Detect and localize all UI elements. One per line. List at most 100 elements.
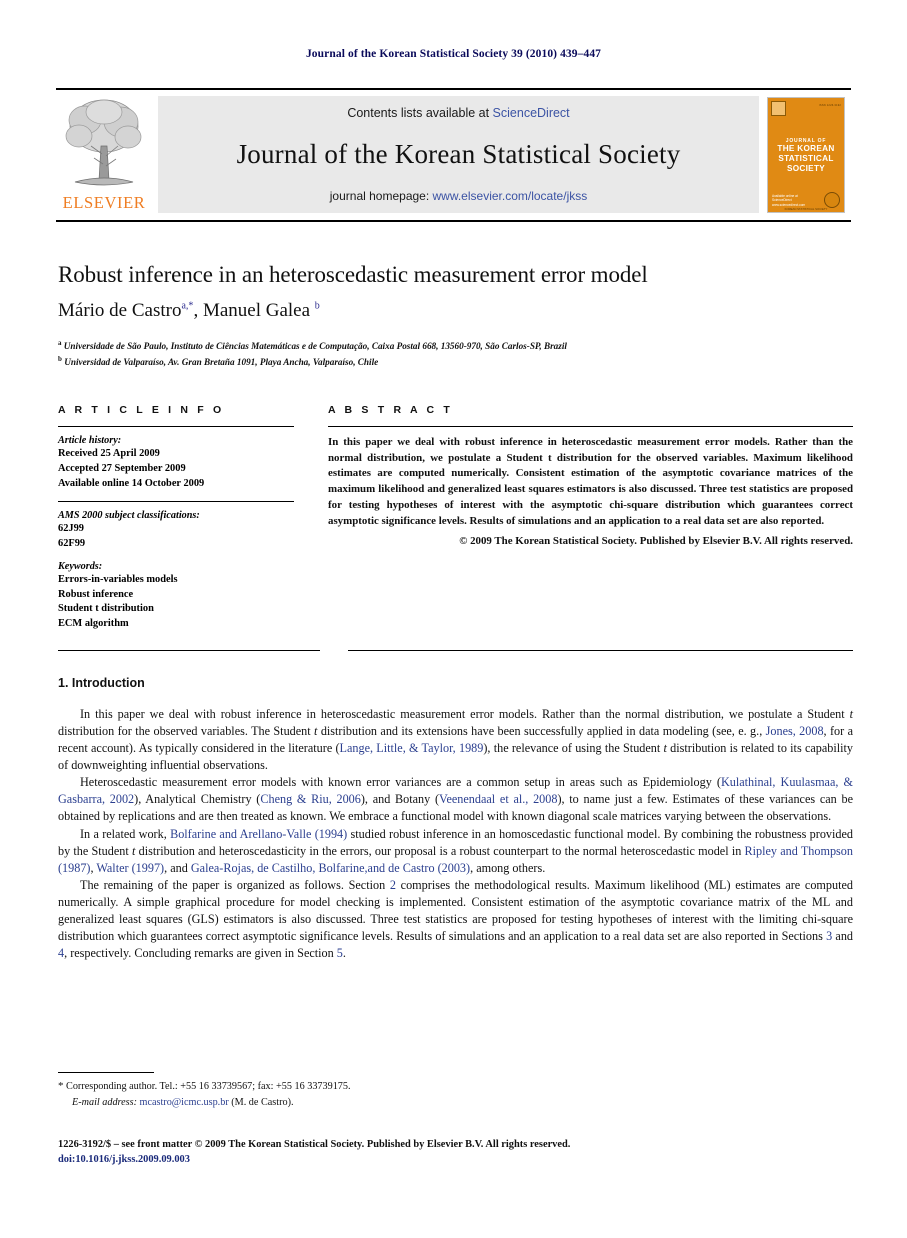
intro-p4-a: The remaining of the paper is organized … bbox=[80, 877, 390, 892]
intro-paragraph-1: In this paper we deal with robust infere… bbox=[58, 706, 853, 774]
citation-ripley-year[interactable]: (1987) bbox=[58, 861, 91, 875]
corresponding-author-text: Corresponding author. Tel.: +55 16 33739… bbox=[66, 1081, 351, 1092]
abstract-heading: A B S T R A C T bbox=[328, 404, 453, 416]
intro-p2-c: ), and Botany ( bbox=[360, 792, 440, 807]
asterisk-icon: * bbox=[58, 1080, 64, 1092]
elsevier-wordmark: ELSEVIER bbox=[62, 193, 146, 212]
affiliations: a Universidade de São Paulo, Instituto d… bbox=[58, 338, 858, 370]
info-abstract-columns: A R T I C L E I N F O Article history: R… bbox=[58, 404, 853, 632]
intro-paragraph-3: In a related work, Bolfarine and Arellan… bbox=[58, 826, 853, 877]
affiliation-a-marker: a bbox=[58, 339, 62, 347]
keyword-2: Robust inference bbox=[58, 588, 134, 600]
citation-bolfarine-arellano-valle[interactable]: Bolfarine and Arellano-Valle bbox=[170, 827, 311, 841]
cover-topbar: ISSN 1226-3192 bbox=[768, 98, 844, 116]
footnote-rule bbox=[58, 1072, 154, 1073]
intro-p1-symbol-t1: t bbox=[849, 707, 853, 721]
journal-title: Journal of the Korean Statistical Societ… bbox=[236, 139, 681, 169]
paper-page: Journal of the Korean Statistical Societ… bbox=[0, 0, 907, 1238]
citation-walter-year[interactable]: (1997) bbox=[129, 861, 165, 875]
journal-masthead: ELSEVIER Contents lists available at Sci… bbox=[56, 88, 851, 222]
intro-p1-a: In this paper we deal with robust infere… bbox=[80, 707, 850, 721]
article-history-online: Available online 14 October 2009 bbox=[58, 477, 205, 489]
contents-prefix: Contents lists available at bbox=[347, 106, 493, 120]
email-link[interactable]: mcastro@icmc.usp.br bbox=[140, 1097, 229, 1108]
cover-bottom: Available online at ScienceDirect www.sc… bbox=[768, 192, 844, 208]
article-info-column: A R T I C L E I N F O Article history: R… bbox=[58, 404, 320, 632]
intro-p1-c: distribution and its extensions have bee… bbox=[317, 724, 766, 739]
citation-ripley-thompson[interactable]: Ripley and Thompson bbox=[745, 844, 853, 858]
front-matter-line: 1226-3192/$ – see front matter © 2009 Th… bbox=[58, 1139, 571, 1150]
citation-veenendaal-2008[interactable]: Veenendaal et al., 2008 bbox=[439, 792, 557, 806]
intro-p3-a: In a related work, bbox=[80, 826, 171, 841]
citation-galea-rojas[interactable]: Galea-Rojas, de Castilho, Bolfarine,and … bbox=[191, 861, 435, 875]
corresponding-author-note: * Corresponding author. Tel.: +55 16 337… bbox=[58, 1078, 853, 1095]
email-owner: (M. de Castro). bbox=[231, 1096, 294, 1108]
keyword-4: ECM algorithm bbox=[58, 618, 129, 630]
cover-emblem-icon bbox=[771, 101, 786, 116]
intro-p3-e: , and bbox=[164, 860, 191, 875]
abstract-text: In this paper we deal with robust infere… bbox=[328, 436, 853, 527]
cover-issn-label: ISSN 1226-3192 bbox=[819, 104, 841, 107]
affiliation-a: a Universidade de São Paulo, Instituto d… bbox=[58, 338, 858, 354]
author-list: Mário de Castroa,*, Manuel Galea b bbox=[58, 300, 858, 322]
keywords-label: Keywords: bbox=[58, 560, 103, 572]
affiliation-b: b Universidad de Valparaíso, Av. Gran Br… bbox=[58, 354, 858, 370]
section-heading-introduction: 1. Introduction bbox=[58, 676, 145, 690]
intro-p1-b: distribution for the observed variables.… bbox=[58, 724, 315, 739]
abstract-copyright: © 2009 The Korean Statistical Society. P… bbox=[459, 535, 853, 548]
intro-p3-c: distribution and heteroscedasticity in t… bbox=[135, 843, 745, 858]
author-1-affiliation-marker[interactable]: a,* bbox=[181, 301, 193, 312]
intro-p2-a: Heteroscedastic measurement error models… bbox=[80, 775, 721, 790]
author-1: Mário de Castro bbox=[58, 300, 182, 321]
cover-society-line: KOREAN STATISTICAL SOCIETY bbox=[784, 207, 828, 211]
contents-available-line: Contents lists available at ScienceDirec… bbox=[347, 106, 569, 120]
citation-cheng-riu-2006[interactable]: Cheng & Riu, 2006 bbox=[260, 792, 361, 806]
email-label: E-mail address: bbox=[72, 1096, 137, 1108]
article-info-mid-rule bbox=[58, 501, 294, 503]
affiliation-b-marker: b bbox=[58, 355, 62, 364]
citation-walter[interactable]: Walter bbox=[96, 861, 128, 875]
doi-link[interactable]: doi:10.1016/j.jkss.2009.09.003 bbox=[58, 1152, 853, 1167]
affiliation-b-text: Universidad de Valparaíso, Av. Gran Bret… bbox=[64, 357, 379, 368]
affiliation-a-text: Universidade de São Paulo, Instituto de … bbox=[63, 341, 567, 352]
abstract-column: A B S T R A C T In this paper we deal wi… bbox=[320, 404, 853, 632]
keyword-3: Student t distribution bbox=[58, 603, 154, 615]
cover-title: JOURNAL OF THE KOREAN STATISTICAL SOCIET… bbox=[777, 138, 834, 174]
intro-p4-e: . bbox=[342, 946, 346, 961]
intro-p1-e: ), the relevance of using the Student bbox=[483, 741, 664, 756]
author-2-affiliation-marker[interactable]: b bbox=[315, 301, 320, 312]
intro-p3-f: , among others. bbox=[470, 860, 546, 875]
citation-lange-little-taylor-1989[interactable]: Lange, Little, & Taylor, 1989 bbox=[340, 741, 484, 755]
introduction-body: In this paper we deal with robust infere… bbox=[58, 706, 853, 962]
citation-bolfarine-year[interactable]: (1994) bbox=[311, 827, 348, 841]
citation-galea-rojas-year[interactable]: (2003) bbox=[435, 861, 471, 875]
article-history-label: Article history: bbox=[58, 435, 122, 446]
cover-title-line3: STATISTICAL bbox=[778, 154, 834, 164]
journal-cover-thumbnail[interactable]: ISSN 1226-3192 JOURNAL OF THE KOREAN STA… bbox=[767, 97, 845, 213]
cover-title-line2: THE KOREAN bbox=[777, 144, 835, 154]
email-note: E-mail address: mcastro@icmc.usp.br (M. … bbox=[58, 1095, 853, 1110]
elsevier-tree-icon bbox=[65, 99, 142, 186]
intro-paragraph-4: The remaining of the paper is organized … bbox=[58, 877, 853, 962]
article-history-received: Received 25 April 2009 bbox=[58, 448, 160, 459]
ams-code-2: 62F99 bbox=[58, 538, 86, 550]
citation-jones-2008[interactable]: Jones, 2008 bbox=[766, 724, 824, 738]
homepage-url-link[interactable]: www.elsevier.com/locate/jkss bbox=[433, 189, 588, 203]
intro-p2-b: ), Analytical Chemistry ( bbox=[134, 792, 261, 807]
society-seal-icon bbox=[824, 192, 840, 208]
body-rule-right bbox=[348, 650, 853, 651]
running-head: Journal of the Korean Statistical Societ… bbox=[305, 48, 602, 60]
ams-classifications-label: AMS 2000 subject classifications: bbox=[58, 510, 200, 522]
masthead-center: Contents lists available at ScienceDirec… bbox=[158, 96, 759, 213]
front-matter-block: 1226-3192/$ – see front matter © 2009 Th… bbox=[58, 1137, 853, 1167]
body-rule-left bbox=[58, 650, 320, 651]
page-title: Robust inference in an heteroscedastic m… bbox=[58, 262, 648, 287]
elsevier-logo: ELSEVIER bbox=[56, 90, 152, 220]
sciencedirect-link[interactable]: ScienceDirect bbox=[493, 106, 570, 120]
journal-homepage-line: journal homepage: www.elsevier.com/locat… bbox=[330, 189, 587, 203]
ams-code-1: 62J99 bbox=[58, 523, 84, 535]
intro-paragraph-2: Heteroscedastic measurement error models… bbox=[58, 774, 853, 825]
intro-p4-c: and bbox=[832, 929, 854, 944]
abstract-top-rule bbox=[328, 426, 853, 427]
